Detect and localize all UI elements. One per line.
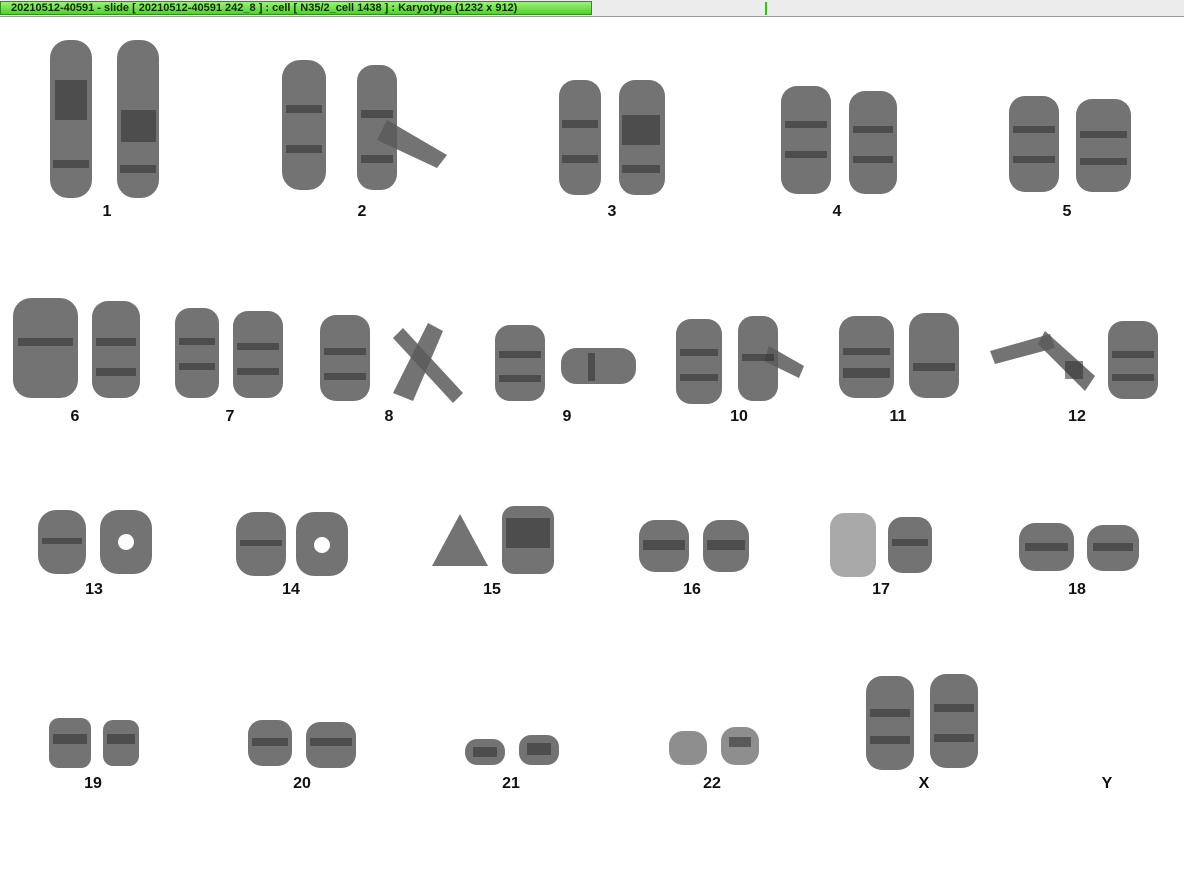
chromosome-pair-x-image [866, 674, 978, 770]
chromosome-pair-4-image [781, 86, 897, 194]
karyotype-canvas: 1 2 3 4 5 6 7 8 9 10 11 12 13 14 15 16 1… [0, 18, 1184, 869]
chromosome-pair-12-image [990, 321, 1158, 399]
chromosome-label-13: 13 [85, 581, 103, 598]
chromosome-pair-21[interactable] [463, 733, 563, 769]
chromosome-label-5: 5 [1062, 203, 1072, 220]
chromosome-label-3: 3 [607, 203, 617, 220]
chromosome-pair-14[interactable] [234, 510, 354, 580]
chromosome-pair-17-image [830, 513, 932, 577]
chromosome-label-7: 7 [225, 408, 235, 425]
chromosome-pair-18-image [1019, 523, 1139, 571]
chromosome-pair-14-image [236, 512, 348, 576]
chromosome-pair-11[interactable] [837, 313, 962, 403]
chromosome-label-9: 9 [562, 408, 572, 425]
chromosome-pair-2-image [282, 60, 447, 190]
chromosome-label-2: 2 [357, 203, 367, 220]
chromosome-pair-4[interactable] [776, 86, 901, 198]
chromosome-pair-13-image [38, 510, 152, 574]
chromosome-pair-10-image [676, 316, 804, 404]
chromosome-pair-20-image [248, 720, 356, 768]
chromosome-label-12: 12 [1068, 408, 1086, 425]
chromosome-pair-19[interactable] [47, 716, 142, 771]
chromosome-pair-7-image [175, 308, 283, 398]
chromosome-label-4: 4 [832, 203, 842, 220]
chromosome-pair-2[interactable] [277, 60, 452, 195]
chromosome-pair-1[interactable] [45, 40, 170, 200]
chromosome-label-19: 19 [84, 775, 102, 792]
chromosome-label-21: 21 [502, 775, 520, 792]
chromosome-pair-6-image [13, 298, 140, 398]
chromosome-pair-10[interactable] [674, 316, 809, 406]
chromosome-label-17: 17 [872, 581, 890, 598]
window-titlebar: 20210512-40591 - slide [ 20210512-40591 … [0, 0, 1184, 17]
window-title: 20210512-40591 - slide [ 20210512-40591 … [0, 1, 592, 15]
chromosome-pair-6[interactable] [10, 298, 145, 403]
chromosome-pair-15-image [432, 506, 554, 574]
chromosome-pair-12[interactable] [990, 316, 1165, 401]
chromosome-label-x: X [918, 775, 930, 792]
chromosome-label-22: 22 [703, 775, 721, 792]
chromosome-pair-15[interactable] [430, 506, 560, 578]
chromosome-pair-3-image [559, 80, 665, 195]
chromosome-label-15: 15 [483, 581, 501, 598]
chromosome-label-8: 8 [384, 408, 394, 425]
chromosome-pair-11-image [839, 313, 959, 398]
chromosome-label-18: 18 [1068, 581, 1086, 598]
chromosome-pair-9[interactable] [493, 323, 643, 403]
chromosome-label-14: 14 [282, 581, 300, 598]
chromosome-pair-21-image [465, 735, 559, 765]
chromosome-pair-8[interactable] [318, 313, 468, 408]
chromosome-pair-5[interactable] [1006, 96, 1136, 196]
chromosome-label-10: 10 [730, 408, 748, 425]
chromosome-pair-22[interactable] [667, 725, 762, 770]
chromosome-label-y: Y [1101, 775, 1113, 792]
chromosome-pair-18[interactable] [1017, 521, 1142, 576]
chromosome-pair-3[interactable] [556, 80, 671, 200]
chromosome-pair-20[interactable] [246, 718, 361, 773]
chromosome-label-6: 6 [70, 408, 80, 425]
chromosome-pair-16-image [639, 520, 749, 572]
chromosome-label-20: 20 [293, 775, 311, 792]
titlebar-progress-tick [765, 2, 767, 15]
chromosome-pair-7[interactable] [173, 308, 288, 403]
chromosome-pair-19-image [49, 718, 139, 768]
chromosome-label-1: 1 [102, 203, 112, 220]
chromosome-label-11: 11 [889, 408, 907, 425]
chromosome-pair-1-image [50, 40, 159, 198]
chromosome-pair-17[interactable] [828, 511, 938, 581]
chromosome-pair-5-image [1009, 96, 1131, 192]
chromosome-pair-13[interactable] [36, 508, 156, 578]
chromosome-pair-16[interactable] [637, 518, 752, 578]
chromosome-pair-8-image [320, 315, 463, 403]
chromosome-pair-x[interactable] [864, 674, 984, 774]
chromosome-pair-22-image [669, 727, 759, 765]
chromosome-pair-9-image [495, 325, 636, 401]
chromosome-label-16: 16 [683, 581, 701, 598]
